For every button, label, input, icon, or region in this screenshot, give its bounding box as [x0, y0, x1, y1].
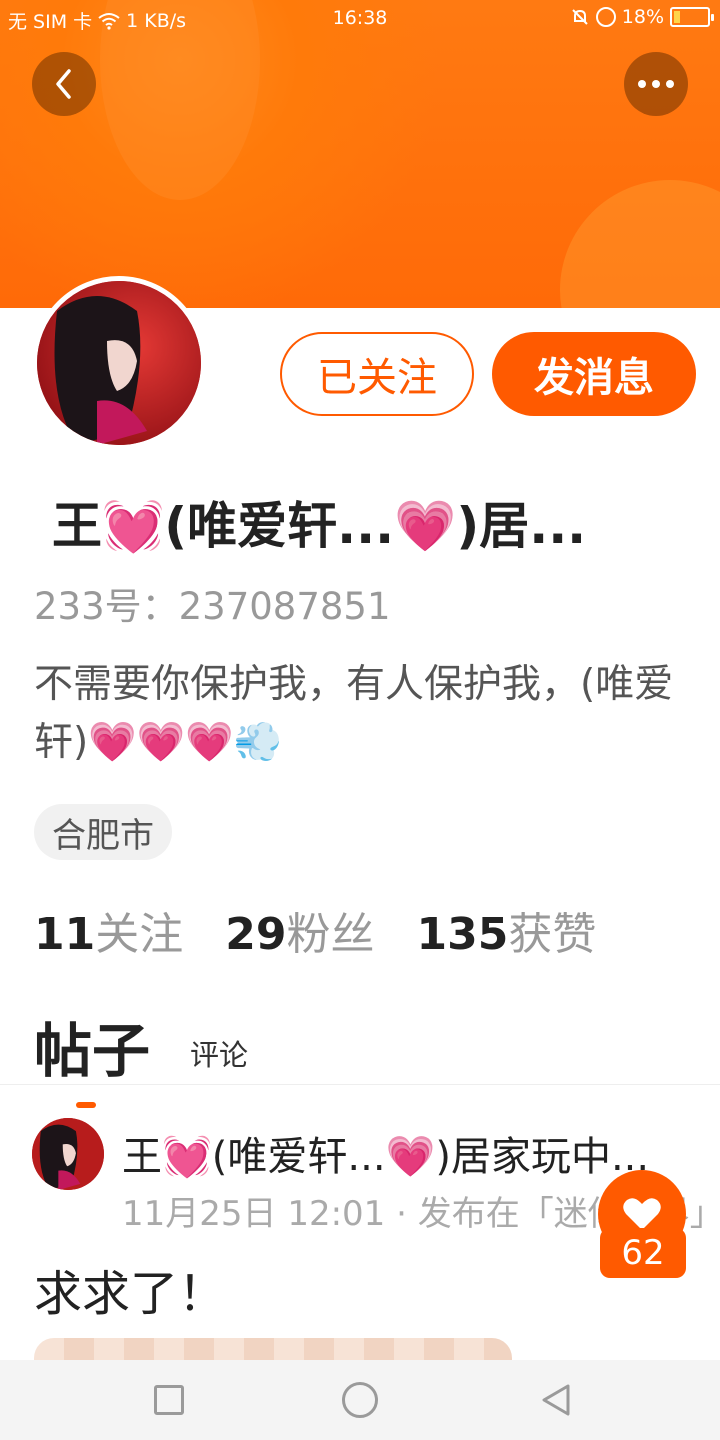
back-button[interactable]	[32, 52, 96, 116]
home-button[interactable]	[342, 1382, 378, 1418]
chevron-left-icon	[56, 69, 71, 99]
stat-likes[interactable]: 135获赞	[416, 898, 596, 962]
tab-indicator	[76, 1102, 96, 1108]
battery-percent: 18%	[621, 6, 664, 28]
stat-label: 关注	[95, 909, 184, 960]
user-id: 233号：237087851	[34, 585, 391, 628]
content-tabs: 帖子 评论	[34, 1004, 248, 1108]
tab-label: 帖子	[34, 1017, 151, 1085]
more-button[interactable]	[624, 52, 688, 116]
stat-number: 135	[416, 909, 509, 960]
nav-back-button[interactable]	[538, 1382, 574, 1418]
avatar-image	[37, 281, 201, 445]
profile-bio: 不需要你保护我，有人保护我，(唯爱轩)💗💗💗💨	[34, 662, 674, 765]
battery-fill	[674, 11, 680, 23]
profile-name: 王💓(唯爱轩...💗)居...	[52, 497, 587, 555]
stat-fans[interactable]: 29粉丝	[225, 898, 374, 962]
rotation-lock-icon	[595, 7, 616, 27]
following-button[interactable]: 已关注	[280, 332, 474, 416]
like-button[interactable]: 62	[598, 1170, 686, 1280]
stat-label: 粉丝	[286, 909, 375, 960]
like-count: 62	[600, 1228, 686, 1278]
status-bar: 无 SIM 卡 1 KB/s 16:38 18%	[0, 0, 720, 38]
heart-icon	[623, 1198, 661, 1230]
triangle-back-icon	[542, 1384, 570, 1416]
post-text[interactable]: 求求了！	[34, 1254, 226, 1324]
tab-posts[interactable]: 帖子	[34, 1004, 151, 1108]
system-nav-bar	[0, 1360, 720, 1440]
avatar-image	[32, 1118, 104, 1190]
location-tag: 合肥市	[34, 804, 172, 860]
stat-label: 获赞	[508, 909, 597, 960]
banner-decoration	[560, 180, 720, 308]
send-message-button[interactable]: 发消息	[492, 332, 696, 416]
post-author-avatar[interactable]	[32, 1118, 104, 1190]
recent-apps-button[interactable]	[154, 1385, 184, 1415]
profile-banner	[0, 0, 720, 308]
stat-number: 29	[225, 909, 287, 960]
avatar[interactable]	[32, 276, 206, 450]
stat-number: 11	[34, 909, 96, 960]
stat-following[interactable]: 11关注	[34, 898, 183, 962]
profile-stats: 11关注 29粉丝 135获赞	[34, 898, 596, 962]
tab-comments[interactable]: 评论	[190, 1032, 248, 1088]
divider	[0, 1084, 720, 1085]
more-dots-icon	[638, 80, 674, 88]
mute-bell-icon	[572, 9, 588, 25]
battery-icon	[670, 7, 714, 27]
